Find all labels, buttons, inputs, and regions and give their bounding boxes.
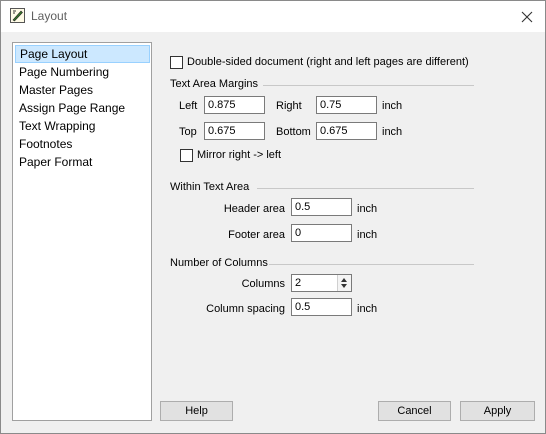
section-divider xyxy=(263,85,474,86)
unit-label: inch xyxy=(357,203,378,215)
left-margin-label: Left xyxy=(179,100,198,112)
right-margin-input[interactable]: 0.75 xyxy=(316,96,377,114)
layout-dialog: Layout Page Layout Page Numbering Master… xyxy=(0,0,546,434)
unit-label: inch xyxy=(357,229,378,241)
section-divider xyxy=(269,264,474,265)
document-pen-icon xyxy=(10,8,25,23)
column-spacing-input[interactable]: 0.5 xyxy=(291,298,352,316)
sidebar-item-paper-format[interactable]: Paper Format xyxy=(15,153,150,171)
category-list: Page Layout Page Numbering Master Pages … xyxy=(12,42,152,421)
unit-label: inch xyxy=(382,126,403,138)
chevron-up-icon[interactable] xyxy=(341,278,347,282)
sidebar-item-footnotes[interactable]: Footnotes xyxy=(15,135,150,153)
double-sided-label: Double-sided document (right and left pa… xyxy=(187,56,469,68)
sidebar-item-page-numbering[interactable]: Page Numbering xyxy=(15,63,150,81)
sidebar-item-assign-page-range[interactable]: Assign Page Range xyxy=(15,99,150,117)
mirror-checkbox[interactable] xyxy=(180,149,193,162)
title-bar: Layout xyxy=(1,1,545,32)
number-of-columns-heading: Number of Columns xyxy=(170,257,268,269)
cancel-button[interactable]: Cancel xyxy=(378,401,451,421)
column-spacing-label: Column spacing xyxy=(206,303,285,315)
within-text-area-heading: Within Text Area xyxy=(170,181,250,193)
columns-label: Columns xyxy=(241,278,285,290)
top-margin-input[interactable]: 0.675 xyxy=(204,122,265,140)
header-area-label: Header area xyxy=(223,203,285,215)
footer-area-label: Footer area xyxy=(228,229,285,241)
double-sided-checkbox[interactable] xyxy=(170,56,183,69)
bottom-margin-label: Bottom xyxy=(276,126,311,138)
footer-area-input[interactable]: 0 xyxy=(291,224,352,242)
help-button[interactable]: Help xyxy=(160,401,233,421)
bottom-margin-input[interactable]: 0.675 xyxy=(316,122,377,140)
left-margin-input[interactable]: 0.875 xyxy=(204,96,265,114)
header-area-input[interactable]: 0.5 xyxy=(291,198,352,216)
text-area-margins-heading: Text Area Margins xyxy=(170,78,259,90)
section-divider xyxy=(257,188,474,189)
columns-stepper[interactable]: 2 xyxy=(291,274,352,292)
spin-buttons[interactable] xyxy=(337,275,351,291)
top-margin-label: Top xyxy=(179,126,197,138)
window-title: Layout xyxy=(31,9,68,23)
chevron-down-icon[interactable] xyxy=(341,284,347,288)
mirror-label: Mirror right -> left xyxy=(197,149,282,161)
apply-button[interactable]: Apply xyxy=(460,401,535,421)
sidebar-item-master-pages[interactable]: Master Pages xyxy=(15,81,150,99)
unit-label: inch xyxy=(382,100,403,112)
sidebar-item-page-layout[interactable]: Page Layout xyxy=(15,45,150,63)
sidebar-item-text-wrapping[interactable]: Text Wrapping xyxy=(15,117,150,135)
unit-label: inch xyxy=(357,303,378,315)
columns-value: 2 xyxy=(295,277,302,289)
right-margin-label: Right xyxy=(276,100,302,112)
close-icon[interactable] xyxy=(517,7,537,27)
